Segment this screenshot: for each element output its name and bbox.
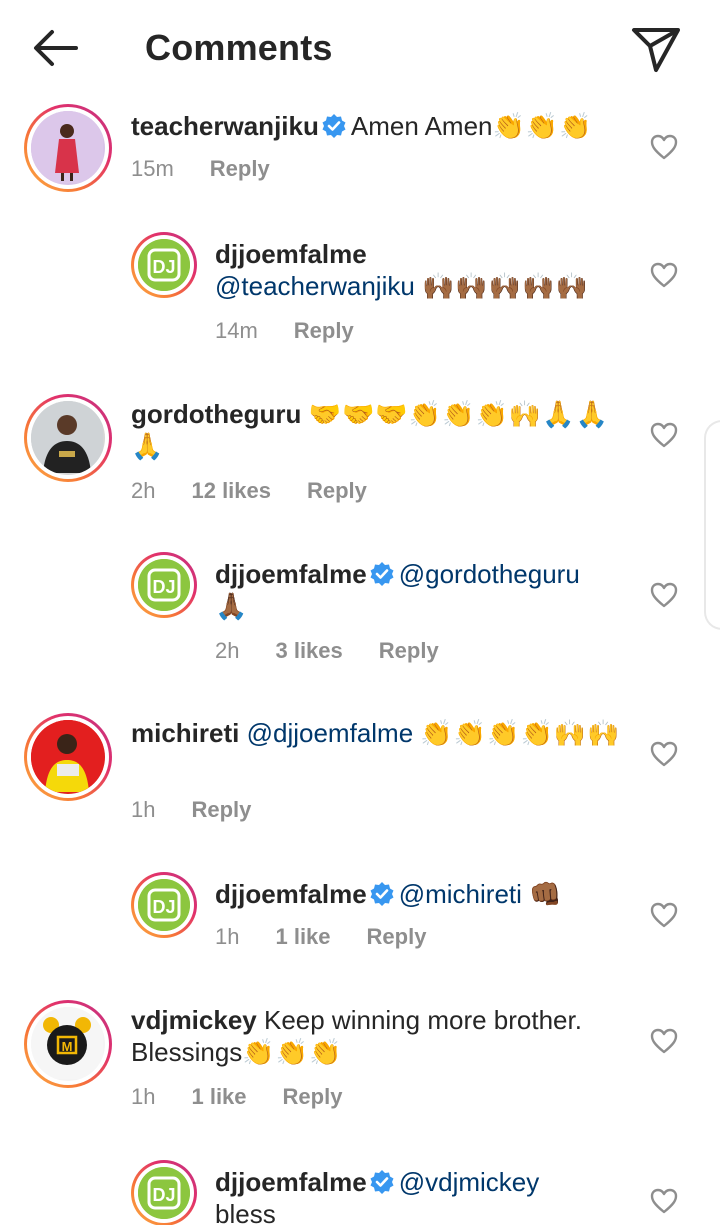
mention-link[interactable]: @vdjmickey xyxy=(399,1167,540,1197)
page-title: Comments xyxy=(145,27,333,68)
avatar[interactable]: DJ xyxy=(131,552,197,618)
mention-link[interactable]: @gordotheguru xyxy=(399,559,580,589)
avatar[interactable] xyxy=(24,394,112,482)
comment-time: 1h xyxy=(215,924,240,949)
comment-username[interactable]: vdjmickey xyxy=(131,1005,257,1035)
comment-username[interactable]: michireti xyxy=(131,718,239,748)
comment-time: 2h xyxy=(215,638,240,663)
svg-text:DJ: DJ xyxy=(152,577,175,597)
comment-emoji: 🙏🏾 xyxy=(215,591,249,621)
heart-icon[interactable] xyxy=(650,741,678,767)
reply-button[interactable]: Reply xyxy=(294,318,354,343)
avatar[interactable]: DJ xyxy=(131,232,197,298)
comment-text: bless xyxy=(215,1199,276,1225)
comment-username[interactable]: djjoemfalme xyxy=(215,879,367,909)
reply-button[interactable]: Reply xyxy=(379,638,439,663)
reply-button[interactable]: Reply xyxy=(191,797,251,822)
scroll-handle[interactable] xyxy=(704,420,720,630)
avatar[interactable]: DJ xyxy=(131,1160,197,1225)
comment-time: 2h xyxy=(131,478,156,503)
verified-badge-icon xyxy=(370,562,394,586)
comment-time: 15m xyxy=(131,156,174,181)
heart-icon[interactable] xyxy=(650,902,678,928)
heart-icon[interactable] xyxy=(650,262,678,288)
avatar[interactable] xyxy=(24,713,112,801)
verified-badge-icon xyxy=(370,882,394,906)
reply-button[interactable]: Reply xyxy=(367,924,427,949)
svg-text:DJ: DJ xyxy=(152,897,175,917)
comment-username[interactable]: djjoemfalme xyxy=(215,559,367,589)
heart-icon[interactable] xyxy=(650,1028,678,1054)
svg-text:M: M xyxy=(62,1039,73,1054)
like-count[interactable]: 3 likes xyxy=(275,638,342,663)
comment-username[interactable]: teacherwanjiku xyxy=(131,111,319,141)
comment-username[interactable]: djjoemfalme xyxy=(215,1167,367,1197)
heart-icon[interactable] xyxy=(650,582,678,608)
heart-icon[interactable] xyxy=(650,1188,678,1214)
mention-link[interactable]: @teacherwanjiku xyxy=(215,271,415,301)
top-bar: Comments xyxy=(0,0,720,96)
verified-badge-icon xyxy=(370,1170,394,1194)
heart-icon[interactable] xyxy=(650,134,678,160)
comment-time: 1h xyxy=(131,797,156,822)
comment-text: Amen Amen xyxy=(350,111,493,141)
reply-button[interactable]: Reply xyxy=(283,1084,343,1109)
like-count[interactable]: 1 like xyxy=(275,924,330,949)
reply-button[interactable]: Reply xyxy=(307,478,367,503)
paper-plane-icon xyxy=(632,28,680,72)
avatar[interactable]: M xyxy=(24,1000,112,1088)
svg-text:DJ: DJ xyxy=(152,257,175,277)
avatar[interactable] xyxy=(24,104,112,192)
heart-icon[interactable] xyxy=(650,422,678,448)
reply-button[interactable]: Reply xyxy=(210,156,270,181)
comment-time: 14m xyxy=(215,318,258,343)
mention-link[interactable]: @djjoemfalme xyxy=(247,718,414,748)
verified-badge-icon xyxy=(322,114,346,138)
like-count[interactable]: 1 like xyxy=(191,1084,246,1109)
comment-emoji: 👏👏👏 xyxy=(242,1037,343,1067)
comment-emoji: 👏👏👏 xyxy=(492,111,593,141)
svg-text:DJ: DJ xyxy=(152,1185,175,1205)
comment-username[interactable]: gordotheguru xyxy=(131,399,301,429)
share-button[interactable] xyxy=(628,22,684,74)
comment-time: 1h xyxy=(131,1084,156,1109)
mention-link[interactable]: @michireti xyxy=(399,879,522,909)
arrow-left-icon xyxy=(34,30,78,66)
like-count[interactable]: 12 likes xyxy=(191,478,271,503)
comment-emoji: 👊🏾 xyxy=(529,879,563,909)
avatar[interactable]: DJ xyxy=(131,872,197,938)
comment-emoji: 🙌🏾🙌🏾🙌🏾🙌🏾🙌🏾 xyxy=(422,271,589,301)
comment-emoji: 👏👏👏👏🙌🙌 xyxy=(420,718,621,748)
back-button[interactable] xyxy=(28,24,84,72)
comment-username[interactable]: djjoemfalme xyxy=(215,239,367,269)
